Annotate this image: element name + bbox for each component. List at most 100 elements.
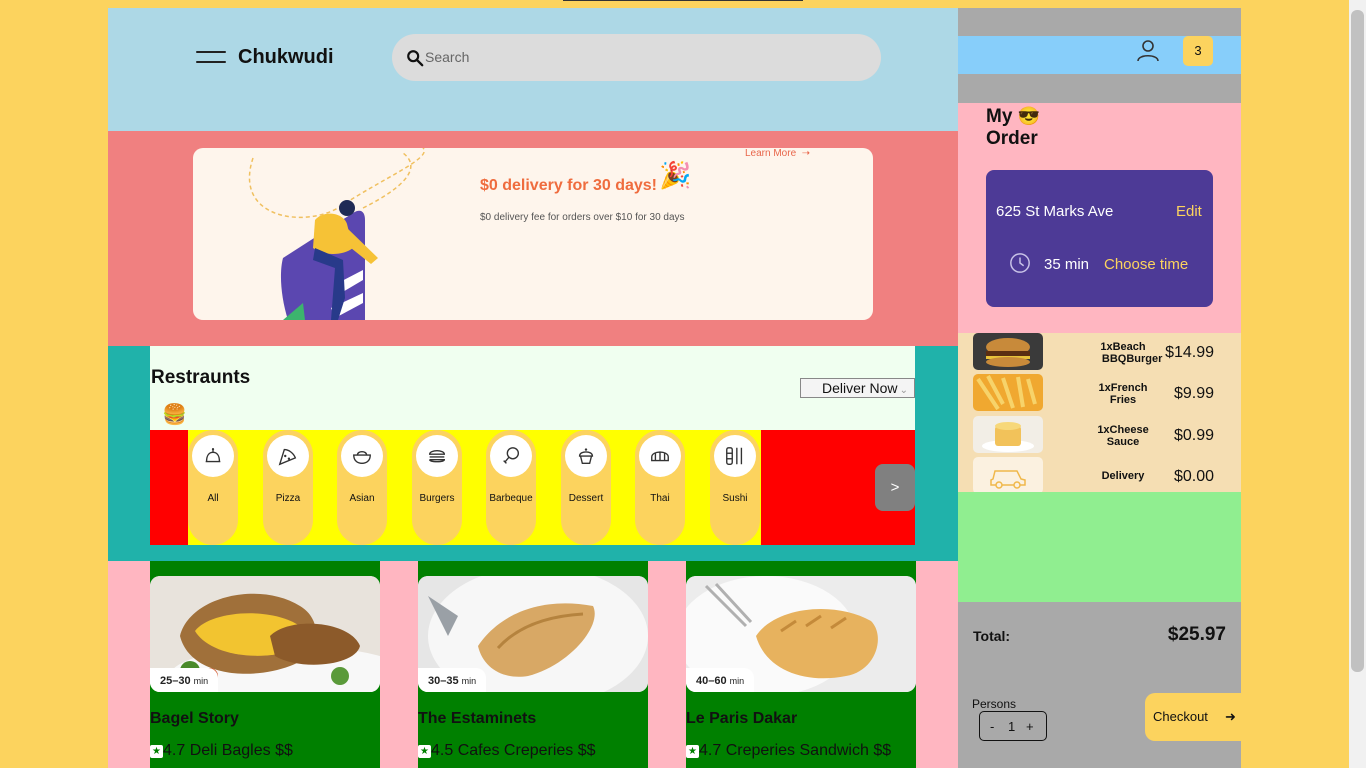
restaurant-card[interactable]: 40–60 min Le Paris Dakar ★ 4.7 Creperies … [686,561,916,768]
order-sidebar: 3 My 😎 Order 625 St Marks Ave Edit 35 mi… [958,8,1241,768]
item-price: $0.00 [1173,468,1214,485]
item-name: 1xFrench Fries [1098,382,1148,406]
decrement-button[interactable]: - [990,719,994,734]
delivery-time-badge: 40–60 min [686,668,755,692]
spacer-panel [958,492,1241,602]
order-item: 1xBeach BBQBurger $14.99 [958,333,1241,371]
item-thumbnail [973,374,1043,411]
party-popper-icon: 🎉 [659,160,692,190]
restaurant-meta: ★ 4.7 Deli Bagles $$ [150,742,293,760]
delivery-car-icon [973,457,1043,494]
promo-title: $0 delivery for 30 days! [480,177,657,194]
increment-button[interactable]: + [1026,719,1034,734]
burger-icon: 🍔 [162,404,187,426]
item-name: 1xCheese Sauce [1097,424,1149,448]
item-thumbnail [973,416,1043,453]
deliver-now-select[interactable]: Deliver Now ⌄ [800,378,915,398]
category-pizza[interactable]: Pizza [263,430,313,545]
restaurant-image: 30–35 min [418,576,648,692]
item-thumbnail [973,457,1043,494]
category-thai[interactable]: Thai [635,430,685,545]
restaurants-section: Restraunts 🍔 Deliver Now ⌄ All Pizza Asia… [108,346,958,561]
category-label: All [207,493,219,504]
restaurant-name: Bagel Story [150,710,239,727]
cupcake-icon [578,448,594,465]
top-edge-line [563,0,803,1]
scrollbar-thumb[interactable] [1351,10,1364,672]
category-label: Sushi [722,493,748,504]
user-icon[interactable] [1136,38,1160,62]
next-category-button[interactable]: > [875,464,915,511]
clock-icon [1010,253,1030,273]
page-scrollbar[interactable] [1349,0,1366,768]
category-label: Asian [349,493,375,504]
item-price: $9.99 [1173,385,1214,402]
total-value: $25.97 [1167,624,1226,645]
main-content: Chukwudi Learn More ➝ $0 delivery for 30… [108,8,958,768]
restaurant-name: The Estaminets [418,710,537,727]
bowl-icon [353,450,371,465]
category-dessert[interactable]: Dessert [561,430,611,545]
item-price: $0.99 [1173,427,1214,444]
category-asian[interactable]: Asian [337,430,387,545]
category-list: All Pizza Asian Burgers Barbeque Dessert… [188,430,761,545]
item-name: Delivery [1101,470,1145,482]
persons-label: Persons [972,697,1017,711]
order-item: 1xFrench Fries $9.99 [958,374,1241,412]
category-label: Dessert [568,493,604,504]
restaurant-card[interactable]: 25–30 min Bagel Story ★ 4.7 Deli Bagles $… [150,561,380,768]
dumpling-icon [651,451,669,462]
delivery-minutes: 35 min [1044,256,1090,273]
sushi-icon [726,447,743,465]
sunglasses-emoji-icon: 😎 [1017,106,1041,126]
restaurant-name: Le Paris Dakar [686,710,798,727]
restaurant-cards: 25–30 min Bagel Story ★ 4.7 Deli Bagles $… [108,561,958,768]
star-icon: ★ [686,745,699,758]
chevron-down-icon: ⌄ [899,385,908,396]
persons-stepper: - 1 + [979,711,1047,741]
order-item: Delivery $0.00 [958,457,1241,495]
search-input[interactable] [425,46,855,68]
search-icon [407,50,424,67]
persons-value: 1 [1008,719,1016,734]
order-items: 1xBeach BBQBurger $14.99 1xFrench Fries $… [958,333,1241,495]
delivery-time-badge: 30–35 min [418,668,487,692]
category-all[interactable]: All [188,430,238,545]
restaurants-title: Restraunts [151,367,251,388]
category-sushi[interactable]: Sushi [710,430,760,545]
category-burgers[interactable]: Burgers [412,430,462,545]
category-label: Thai [650,493,670,504]
hamburger-menu-icon[interactable] [196,51,226,65]
promo-section: Learn More ➝ $0 delivery for 30 days! 🎉 … [108,131,958,346]
edit-address-link[interactable]: Edit [1176,203,1202,220]
category-label: Pizza [275,493,301,504]
bell-icon [205,448,221,463]
delivery-time-badge: 25–30 min [150,668,219,692]
promo-subtitle: $0 delivery fee for orders over $10 for … [480,212,685,223]
arrow-right-icon: ➜ [1225,709,1236,724]
star-icon: ★ [418,745,431,758]
item-thumbnail [973,333,1043,370]
delivery-address: 625 St Marks Ave [996,203,1114,220]
category-barbeque[interactable]: Barbeque [486,430,536,545]
drumstick-icon [503,447,520,464]
star-icon: ★ [150,745,163,758]
checkout-button[interactable]: Checkout ➜ [1145,693,1241,741]
search-bar[interactable] [392,34,881,81]
learn-more-link[interactable]: Learn More ➝ [745,148,810,159]
total-label: Total: [973,628,1011,644]
cart-count-badge[interactable]: 3 [1183,36,1213,66]
delivery-rider-illustration [248,148,426,320]
restaurant-image: 40–60 min [686,576,916,692]
promo-banner: Learn More ➝ $0 delivery for 30 days! 🎉 … [193,148,873,320]
restaurant-card[interactable]: 30–35 min The Estaminets ★ 4.5 Cafes Crep… [418,561,648,768]
arrow-right-icon: ➝ [798,148,811,159]
category-strip: All Pizza Asian Burgers Barbeque Dessert… [150,430,915,545]
choose-time-link[interactable]: Choose time [1104,256,1188,273]
item-price: $14.99 [1165,344,1214,361]
restaurants-header: Restraunts 🍔 Deliver Now ⌄ [150,346,915,430]
my-order-panel: My 😎 Order 625 St Marks Ave Edit 35 min … [958,103,1241,333]
order-title: My 😎 Order [986,106,1041,149]
brand-name: Chukwudi [238,46,334,68]
category-label: Burgers [419,493,455,504]
